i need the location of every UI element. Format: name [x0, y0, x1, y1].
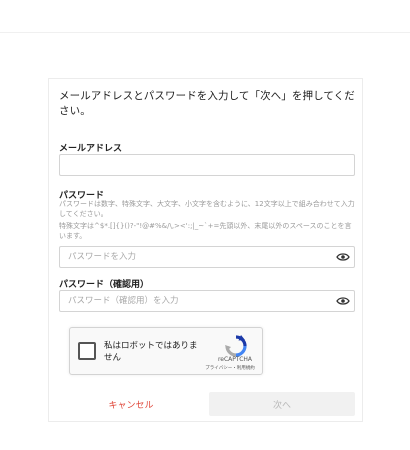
recaptcha-widget: 私はロボットではありません reCAPTCHA プライバシー・利用規約	[69, 327, 263, 375]
password-special-chars-help: 特殊文字は^$*.[]{}()?-"!@#%&/\,><':;|_~`+=先頭以…	[59, 222, 352, 240]
password-confirm-field[interactable]	[59, 290, 355, 312]
password-confirm-label: パスワード（確認用）	[59, 280, 150, 290]
password-help-text: パスワードは数字、特殊文字、大文字、小文字を含むように、12文字以上で組み合わせ…	[59, 200, 355, 218]
signup-card: メールアドレスとパスワードを入力して「次へ」を押してください。 メールアドレス …	[48, 78, 363, 422]
password-field[interactable]	[59, 246, 355, 268]
eye-icon[interactable]	[336, 296, 350, 306]
recaptcha-label: 私はロボットではありません	[104, 341, 198, 363]
next-button[interactable]: 次へ	[209, 392, 355, 416]
recaptcha-brand: reCAPTCHA	[217, 356, 253, 363]
recaptcha-links[interactable]: プライバシー・利用規約	[198, 365, 262, 371]
email-label: メールアドレス	[59, 144, 123, 154]
recaptcha-logo-icon	[225, 335, 247, 357]
intro-text: メールアドレスとパスワードを入力して「次へ」を押してください。	[59, 90, 355, 117]
cancel-button[interactable]: キャンセル	[59, 393, 203, 415]
email-field[interactable]	[59, 154, 355, 176]
eye-icon[interactable]	[336, 252, 350, 262]
top-bar	[0, 0, 410, 33]
recaptcha-checkbox[interactable]	[78, 342, 96, 360]
